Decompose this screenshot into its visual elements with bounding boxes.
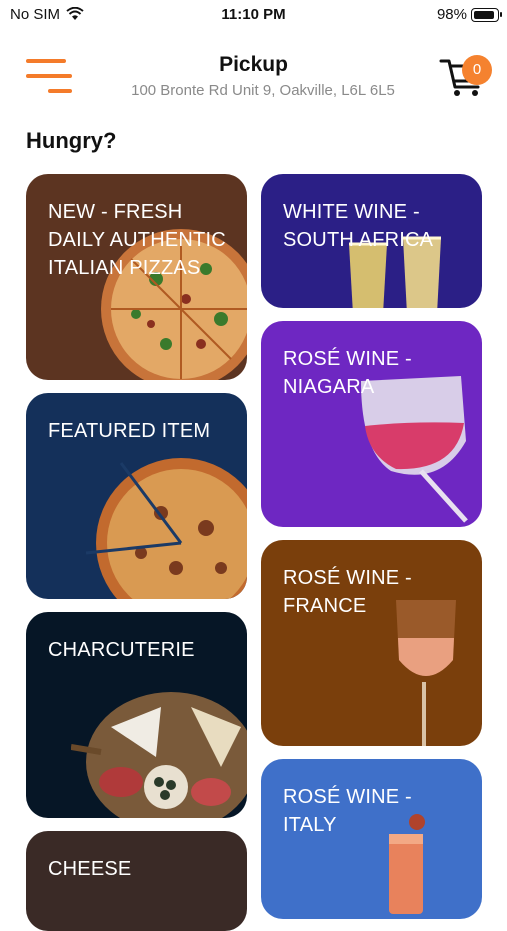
category-tile-cheese[interactable]: CHEESE	[26, 831, 247, 931]
wine-glass-image	[396, 600, 456, 746]
category-tile-rose-niagara[interactable]: ROSÉ WINE - NIAGARA	[261, 321, 482, 527]
tile-label: ROSÉ WINE - FRANCE	[283, 567, 412, 617]
category-tile-charcuterie[interactable]: CHARCUTERIE	[26, 612, 247, 818]
pizza-image	[85, 458, 247, 599]
category-tile-rose-france[interactable]: ROSÉ WINE - FRANCE	[261, 540, 482, 746]
cart-count-badge[interactable]: 0	[462, 55, 492, 85]
section-title: Hungry?	[26, 128, 117, 153]
category-tile-pizzas[interactable]: NEW - FRESH DAILY AUTHENTIC ITALIAN PIZZ…	[26, 174, 247, 380]
clock: 11:10 PM	[221, 6, 286, 23]
status-bar: No SIM 11:10 PM 98%	[0, 0, 507, 30]
tile-label: WHITE WINE - SOUTH AFRICA	[283, 201, 434, 251]
page-title[interactable]: Pickup	[0, 53, 507, 77]
category-tile-featured[interactable]: FEATURED ITEM	[26, 393, 247, 599]
tile-label: ROSÉ WINE - NIAGARA	[283, 348, 412, 398]
tile-label: ROSÉ WINE - ITALY	[283, 786, 412, 836]
tile-label: NEW - FRESH DAILY AUTHENTIC ITALIAN PIZZ…	[48, 201, 226, 279]
tile-label: FEATURED ITEM	[48, 420, 211, 442]
category-tile-rose-italy[interactable]: ROSÉ WINE - ITALY	[261, 759, 482, 919]
category-tile-white-wine[interactable]: WHITE WINE - SOUTH AFRICA	[261, 174, 482, 308]
tile-label: CHARCUTERIE	[48, 639, 195, 661]
tile-label: CHEESE	[48, 858, 132, 880]
pickup-address[interactable]: 100 Bronte Rd Unit 9, Oakville, L6L 6L5	[0, 82, 507, 99]
battery-icon	[471, 8, 502, 22]
battery-percent: 98%	[436, 6, 467, 23]
charcuterie-board-image	[71, 692, 247, 818]
